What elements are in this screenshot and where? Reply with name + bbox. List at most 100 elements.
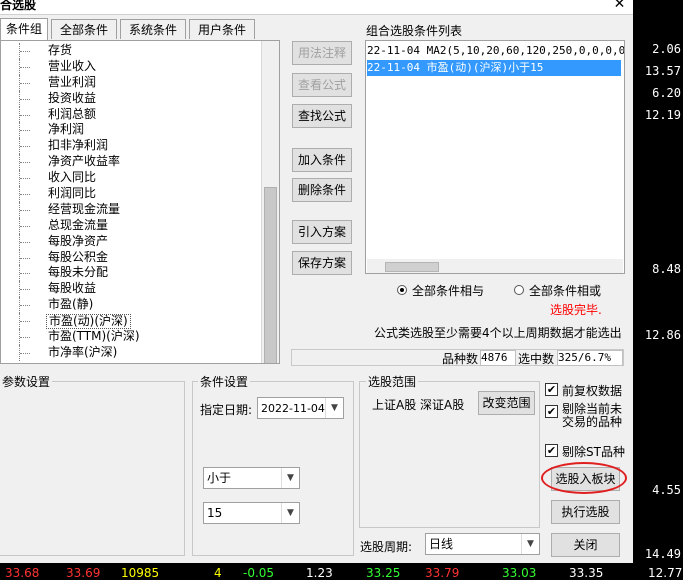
operator-select[interactable]: 小于 ▼ <box>203 467 300 489</box>
screening-range-title: 选股范围 <box>366 373 419 390</box>
tree-connector <box>20 194 30 196</box>
tree-connector <box>20 51 30 52</box>
import-plan-button[interactable]: 引入方案 <box>292 220 352 244</box>
tree-item-label: 经营现金流量 <box>48 201 121 216</box>
tree-item-label: 市盈(TTM)(沪深) <box>48 329 140 344</box>
tree-scroll-thumb[interactable] <box>264 187 277 363</box>
checkbox-exclude-untraded[interactable]: ✔ <box>545 405 558 418</box>
condition-list[interactable]: 22-11-04 MA2(5,10,20,60,120,250,0,0,0,0)… <box>365 40 625 274</box>
stock-screening-dialog: 合选股 ✕ 条件组 全部条件 系统条件 用户条件 存货 营业收入 营业利润 投资收益利… <box>0 0 633 563</box>
price-level: 12.86 <box>644 328 681 342</box>
tree-item[interactable]: 每股净资产 <box>1 233 263 250</box>
date-picker[interactable]: 2022-11-04 ▼ <box>257 397 344 419</box>
tree-connector <box>20 162 30 164</box>
close-button[interactable]: 关闭 <box>551 533 620 557</box>
add-condition-button[interactable]: 加入条件 <box>292 148 352 172</box>
chevron-down-icon[interactable]: ▼ <box>281 503 299 523</box>
change-range-button[interactable]: 改变范围 <box>478 391 535 415</box>
tree-connector <box>20 289 30 291</box>
threshold-value: 15 <box>207 506 223 520</box>
condition-list-hscroll-thumb[interactable] <box>385 262 439 272</box>
tree-item[interactable]: 净利润 <box>1 122 263 139</box>
tree-item[interactable]: 市盈(动)(沪深) <box>1 313 263 330</box>
tree-item[interactable]: 市净率(沪深) <box>1 344 263 361</box>
remove-condition-button[interactable]: 删除条件 <box>292 178 352 202</box>
tree-item[interactable]: 存货 <box>1 43 263 59</box>
tree-item[interactable]: 每股收益 <box>1 281 263 298</box>
tree-item[interactable]: 收入同比 <box>1 170 263 187</box>
tree-item[interactable]: 利润总额 <box>1 106 263 123</box>
usage-notes-button[interactable]: 用法注释 <box>292 41 352 65</box>
tree-item[interactable]: 总现金流量 <box>1 217 263 234</box>
tree-connector <box>20 352 30 354</box>
title-bar: 合选股 ✕ <box>0 0 633 15</box>
tree-scrollbar[interactable] <box>261 41 279 363</box>
tree-item-label: 扣非净利润 <box>48 138 109 153</box>
tab-condition-group[interactable]: 条件组 <box>0 18 48 40</box>
range-text: 上证A股 深证A股 <box>372 398 465 412</box>
tree-item[interactable]: 市盈(TTM)(沪深) <box>1 329 263 345</box>
formula-note: 公式类选股至少需要4个以上周期数据才能选出 <box>374 326 622 340</box>
tree-item[interactable]: 净资产收益率 <box>1 154 263 171</box>
chevron-down-icon[interactable]: ▼ <box>325 398 343 418</box>
count-label: 品种数 <box>442 352 479 366</box>
tree-connector <box>20 305 30 307</box>
logic-or-radio[interactable] <box>514 285 524 295</box>
tree-item[interactable]: 扣非净利润 <box>1 138 263 155</box>
tree-connector <box>20 178 30 180</box>
execute-screening-button[interactable]: 执行选股 <box>551 500 620 524</box>
tree-item-label: 营业利润 <box>48 74 97 89</box>
tree-connector <box>20 273 30 275</box>
tree-item[interactable]: 营业收入 <box>1 58 263 75</box>
logic-or-label: 全部条件相或 <box>529 284 602 298</box>
tree-item[interactable]: 利润同比 <box>1 186 263 202</box>
chevron-down-icon[interactable]: ▼ <box>521 534 539 554</box>
tree-item[interactable]: 营业利润 <box>1 74 263 91</box>
checkbox-exclude-untraded-label: 剔除当前未交易的品种 <box>562 402 623 429</box>
condition-tree[interactable]: 存货 营业收入 营业利润 投资收益 利润总额 净利润 扣非净利润 净资产收益率 收入同比 利润同比… <box>0 40 280 364</box>
find-formula-button[interactable]: 查找公式 <box>292 104 352 128</box>
tree-items: 存货 营业收入 营业利润 投资收益 利润总额 净利润 扣非净利润 净资产收益率 收入同比 利润同比… <box>1 43 263 361</box>
condition-list-title: 组合选股条件列表 <box>366 24 463 38</box>
period-select[interactable]: 日线 ▼ <box>425 533 540 555</box>
tree-item[interactable]: 每股未分配 <box>1 265 263 282</box>
price-level: 2.06 <box>652 42 681 56</box>
quote-status-bar: 33.68 33.69 10985 4 -0.05 1.23 33.25 33.79 33.03… <box>0 566 683 579</box>
tree-connector <box>20 130 30 132</box>
period-label: 选股周期: <box>360 540 413 554</box>
date-value: 2022-11-04 <box>261 402 325 415</box>
chevron-down-icon[interactable]: ▼ <box>281 468 299 488</box>
condition-list-item-selected[interactable]: 22-11-04 市盈(动)(沪深)小于15 <box>367 60 621 76</box>
tree-item-label: 营业收入 <box>48 58 97 73</box>
tree-item[interactable]: 市盈(静) <box>1 297 263 314</box>
tab-all-conditions[interactable]: 全部条件 <box>51 19 117 39</box>
condition-list-hscrollbar[interactable] <box>367 259 623 273</box>
condition-settings-title: 条件设置 <box>198 373 251 390</box>
selected-label: 选中数 <box>518 352 555 366</box>
view-formula-button[interactable]: 查看公式 <box>292 73 352 97</box>
tree-item[interactable]: 每股公积金 <box>1 249 263 266</box>
tab-user-conditions[interactable]: 用户条件 <box>189 19 255 39</box>
tree-item-label: 投资收益 <box>48 90 97 105</box>
tree-connector <box>20 225 30 227</box>
checkbox-exclude-st[interactable]: ✔ <box>545 444 558 457</box>
parameter-settings-group <box>0 381 185 556</box>
logic-and-radio[interactable] <box>397 285 407 295</box>
tree-item-label: 每股净资产 <box>48 233 109 248</box>
status-bar-value: 33.25 <box>366 566 401 580</box>
save-plan-button[interactable]: 保存方案 <box>292 251 352 275</box>
status-done-text: 选股完毕. <box>550 303 602 317</box>
tree-connector <box>20 114 30 116</box>
tree-item-label: 每股未分配 <box>48 265 109 280</box>
window-title: 合选股 <box>0 0 37 12</box>
highlight-circle <box>541 462 627 494</box>
checkbox-forward-adjusted[interactable]: ✔ <box>545 383 558 396</box>
tree-item[interactable]: 投资收益 <box>1 90 263 107</box>
tree-item-label: 利润同比 <box>48 186 97 201</box>
threshold-select[interactable]: 15 ▼ <box>203 502 300 524</box>
close-icon[interactable]: ✕ <box>606 0 633 14</box>
price-level: 14.49 <box>644 547 681 561</box>
tree-item[interactable]: 经营现金流量 <box>1 201 263 218</box>
tab-system-conditions[interactable]: 系统条件 <box>120 19 186 39</box>
condition-list-item[interactable]: 22-11-04 MA2(5,10,20,60,120,250,0,0,0,0)… <box>367 43 624 59</box>
